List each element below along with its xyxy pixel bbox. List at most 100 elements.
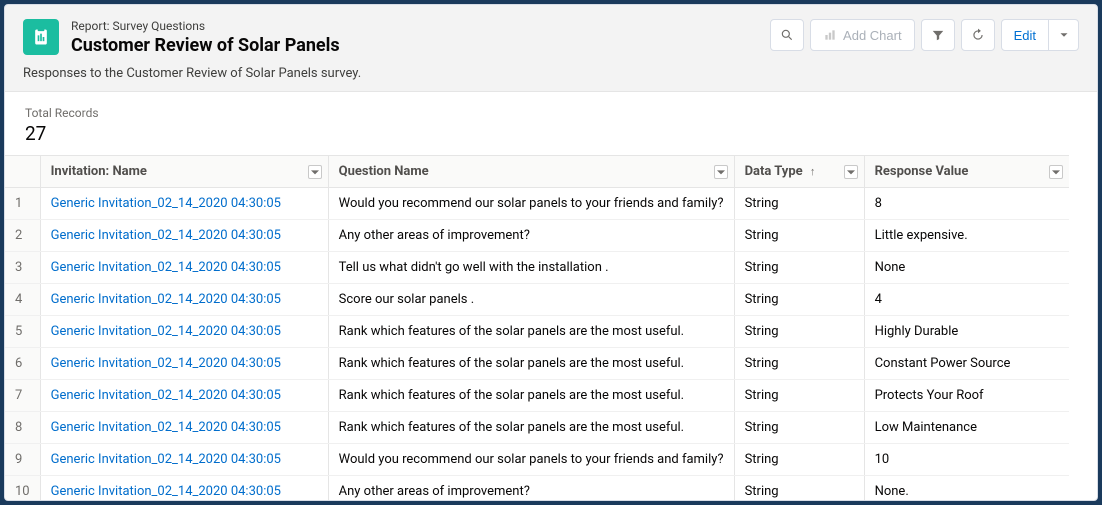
cell-invitation: Generic Invitation_02_14_2020 04:30:05 bbox=[40, 412, 328, 444]
cell-response: Low Maintenance bbox=[864, 412, 1069, 444]
col-question[interactable]: Question Name bbox=[328, 156, 734, 188]
sort-asc-icon: ↑ bbox=[810, 165, 816, 178]
table-row: 8Generic Invitation_02_14_2020 04:30:05R… bbox=[5, 412, 1069, 444]
col-invitation-label: Invitation: Name bbox=[51, 164, 147, 179]
cell-invitation: Generic Invitation_02_14_2020 04:30:05 bbox=[40, 220, 328, 252]
col-datatype[interactable]: Data Type ↑ bbox=[734, 156, 864, 188]
invitation-link[interactable]: Generic Invitation_02_14_2020 04:30:05 bbox=[51, 260, 281, 275]
search-icon bbox=[780, 28, 794, 42]
row-number: 4 bbox=[5, 284, 40, 316]
invitation-link[interactable]: Generic Invitation_02_14_2020 04:30:05 bbox=[51, 388, 281, 403]
table-row: 3 Generic Invitation_02_14_2020 04:30:05 T… bbox=[5, 252, 1069, 284]
cell-response: None. bbox=[864, 476, 1069, 501]
row-number: 10 bbox=[5, 476, 40, 501]
table-row: 6 Generic Invitation_02_14_2020 04:30:05 R… bbox=[5, 348, 1069, 380]
cell-datatype: String bbox=[734, 412, 864, 444]
cell-datatype: String bbox=[734, 188, 864, 220]
cell-invitation: Generic Invitation_02_14_2020 04:30:05 bbox=[40, 348, 328, 380]
row-number: 9 bbox=[5, 444, 40, 476]
filter-icon bbox=[931, 28, 945, 42]
search-button[interactable] bbox=[770, 19, 804, 51]
report-body: Total Records 27 Invitation: Name Questi… bbox=[5, 91, 1097, 501]
cell-question: Score our solar panels . bbox=[328, 284, 734, 316]
report-header: Report: Survey Questions Customer Review… bbox=[5, 5, 1097, 66]
cell-question: Would you recommend our solar panels to … bbox=[328, 444, 734, 476]
col-response-label: Response Value bbox=[875, 164, 969, 179]
cell-invitation: Generic Invitation_02_14_2020 04:30:05 bbox=[40, 476, 328, 501]
invitation-link[interactable]: Generic Invitation_02_14_2020 04:30:05 bbox=[51, 324, 281, 339]
invitation-link[interactable]: Generic Invitation_02_14_2020 04:30:05 bbox=[51, 452, 281, 467]
row-number: 8 bbox=[5, 412, 40, 444]
col-response[interactable]: Response Value bbox=[864, 156, 1069, 188]
total-records-label: Total Records bbox=[25, 106, 1077, 120]
cell-invitation: Generic Invitation_02_14_2020 04:30:05 bbox=[40, 252, 328, 284]
col-invitation[interactable]: Invitation: Name bbox=[40, 156, 328, 188]
cell-response: 4 bbox=[864, 284, 1069, 316]
cell-invitation: Generic Invitation_02_14_2020 04:30:05 bbox=[40, 444, 328, 476]
table-row: 10 Generic Invitation_02_14_2020 04:30:05… bbox=[5, 476, 1069, 501]
col-filter-icon[interactable] bbox=[714, 165, 728, 179]
col-datatype-label: Data Type bbox=[745, 164, 803, 179]
report-type-label: Report: Survey Questions bbox=[71, 19, 770, 35]
invitation-link[interactable]: Generic Invitation_02_14_2020 04:30:05 bbox=[51, 292, 281, 307]
report-description: Responses to the Customer Review of Sola… bbox=[5, 66, 1097, 91]
table-row: 4 Generic Invitation_02_14_2020 04:30:05 S… bbox=[5, 284, 1069, 316]
cell-question: Tell us what didn't go well with the ins… bbox=[328, 252, 734, 284]
invitation-link[interactable]: Generic Invitation_02_14_2020 04:30:05 bbox=[51, 356, 281, 371]
caret-down-icon bbox=[1057, 28, 1071, 42]
row-number: 5 bbox=[5, 316, 40, 348]
row-number: 1 bbox=[5, 188, 40, 220]
edit-button-group: Edit bbox=[1001, 19, 1079, 51]
row-number: 6 bbox=[5, 348, 40, 380]
invitation-link[interactable]: Generic Invitation_02_14_2020 04:30:05 bbox=[51, 420, 281, 435]
invitation-link[interactable]: Generic Invitation_02_14_2020 04:30:05 bbox=[51, 484, 281, 499]
invitation-link[interactable]: Generic Invitation_02_14_2020 04:30:05 bbox=[51, 196, 281, 211]
add-chart-label: Add Chart bbox=[843, 28, 902, 43]
report-icon bbox=[23, 19, 59, 55]
col-rownum bbox=[5, 156, 40, 188]
cell-datatype: String bbox=[734, 252, 864, 284]
cell-question: Any other areas of improvement? bbox=[328, 476, 734, 501]
table-row: 1 Generic Invitation_02_14_2020 04:30:05 W… bbox=[5, 188, 1069, 220]
row-number: 7 bbox=[5, 380, 40, 412]
edit-menu-button[interactable] bbox=[1049, 19, 1079, 51]
cell-response: Highly Durable bbox=[864, 316, 1069, 348]
cell-invitation: Generic Invitation_02_14_2020 04:30:05 bbox=[40, 380, 328, 412]
cell-response: Little expensive. bbox=[864, 220, 1069, 252]
refresh-icon bbox=[971, 28, 985, 42]
cell-datatype: String bbox=[734, 380, 864, 412]
cell-response: Constant Power Source bbox=[864, 348, 1069, 380]
report-card: Report: Survey Questions Customer Review… bbox=[4, 4, 1098, 501]
chart-icon bbox=[823, 28, 837, 42]
table-row: 9 Generic Invitation_02_14_2020 04:30:05 W… bbox=[5, 444, 1069, 476]
report-table: Invitation: Name Question Name Data Type… bbox=[5, 155, 1069, 501]
cell-invitation: Generic Invitation_02_14_2020 04:30:05 bbox=[40, 316, 328, 348]
cell-datatype: String bbox=[734, 220, 864, 252]
refresh-button[interactable] bbox=[961, 19, 995, 51]
title-block: Report: Survey Questions Customer Review… bbox=[71, 19, 770, 56]
table-row: 5Generic Invitation_02_14_2020 04:30:05R… bbox=[5, 316, 1069, 348]
invitation-link[interactable]: Generic Invitation_02_14_2020 04:30:05 bbox=[51, 228, 281, 243]
cell-question: Any other areas of improvement? bbox=[328, 220, 734, 252]
row-number: 2 bbox=[5, 220, 40, 252]
total-records-value: 27 bbox=[25, 122, 1077, 145]
filter-button[interactable] bbox=[921, 19, 955, 51]
cell-response: Protects Your Roof bbox=[864, 380, 1069, 412]
col-filter-icon[interactable] bbox=[844, 165, 858, 179]
edit-button[interactable]: Edit bbox=[1001, 19, 1049, 51]
add-chart-button[interactable]: Add Chart bbox=[810, 19, 915, 51]
row-number: 3 bbox=[5, 252, 40, 284]
cell-question: Rank which features of the solar panels … bbox=[328, 348, 734, 380]
col-filter-icon[interactable] bbox=[1049, 165, 1063, 179]
cell-invitation: Generic Invitation_02_14_2020 04:30:05 bbox=[40, 284, 328, 316]
toolbar: Add Chart Edit bbox=[770, 19, 1079, 51]
cell-question: Would you recommend our solar panels to … bbox=[328, 188, 734, 220]
table-row: 7Generic Invitation_02_14_2020 04:30:05R… bbox=[5, 380, 1069, 412]
cell-datatype: String bbox=[734, 284, 864, 316]
cell-response: 8 bbox=[864, 188, 1069, 220]
col-filter-icon[interactable] bbox=[308, 165, 322, 179]
report-title: Customer Review of Solar Panels bbox=[71, 35, 770, 57]
table-row: 2 Generic Invitation_02_14_2020 04:30:05 A… bbox=[5, 220, 1069, 252]
summary-block: Total Records 27 bbox=[5, 102, 1097, 155]
cell-invitation: Generic Invitation_02_14_2020 04:30:05 bbox=[40, 188, 328, 220]
